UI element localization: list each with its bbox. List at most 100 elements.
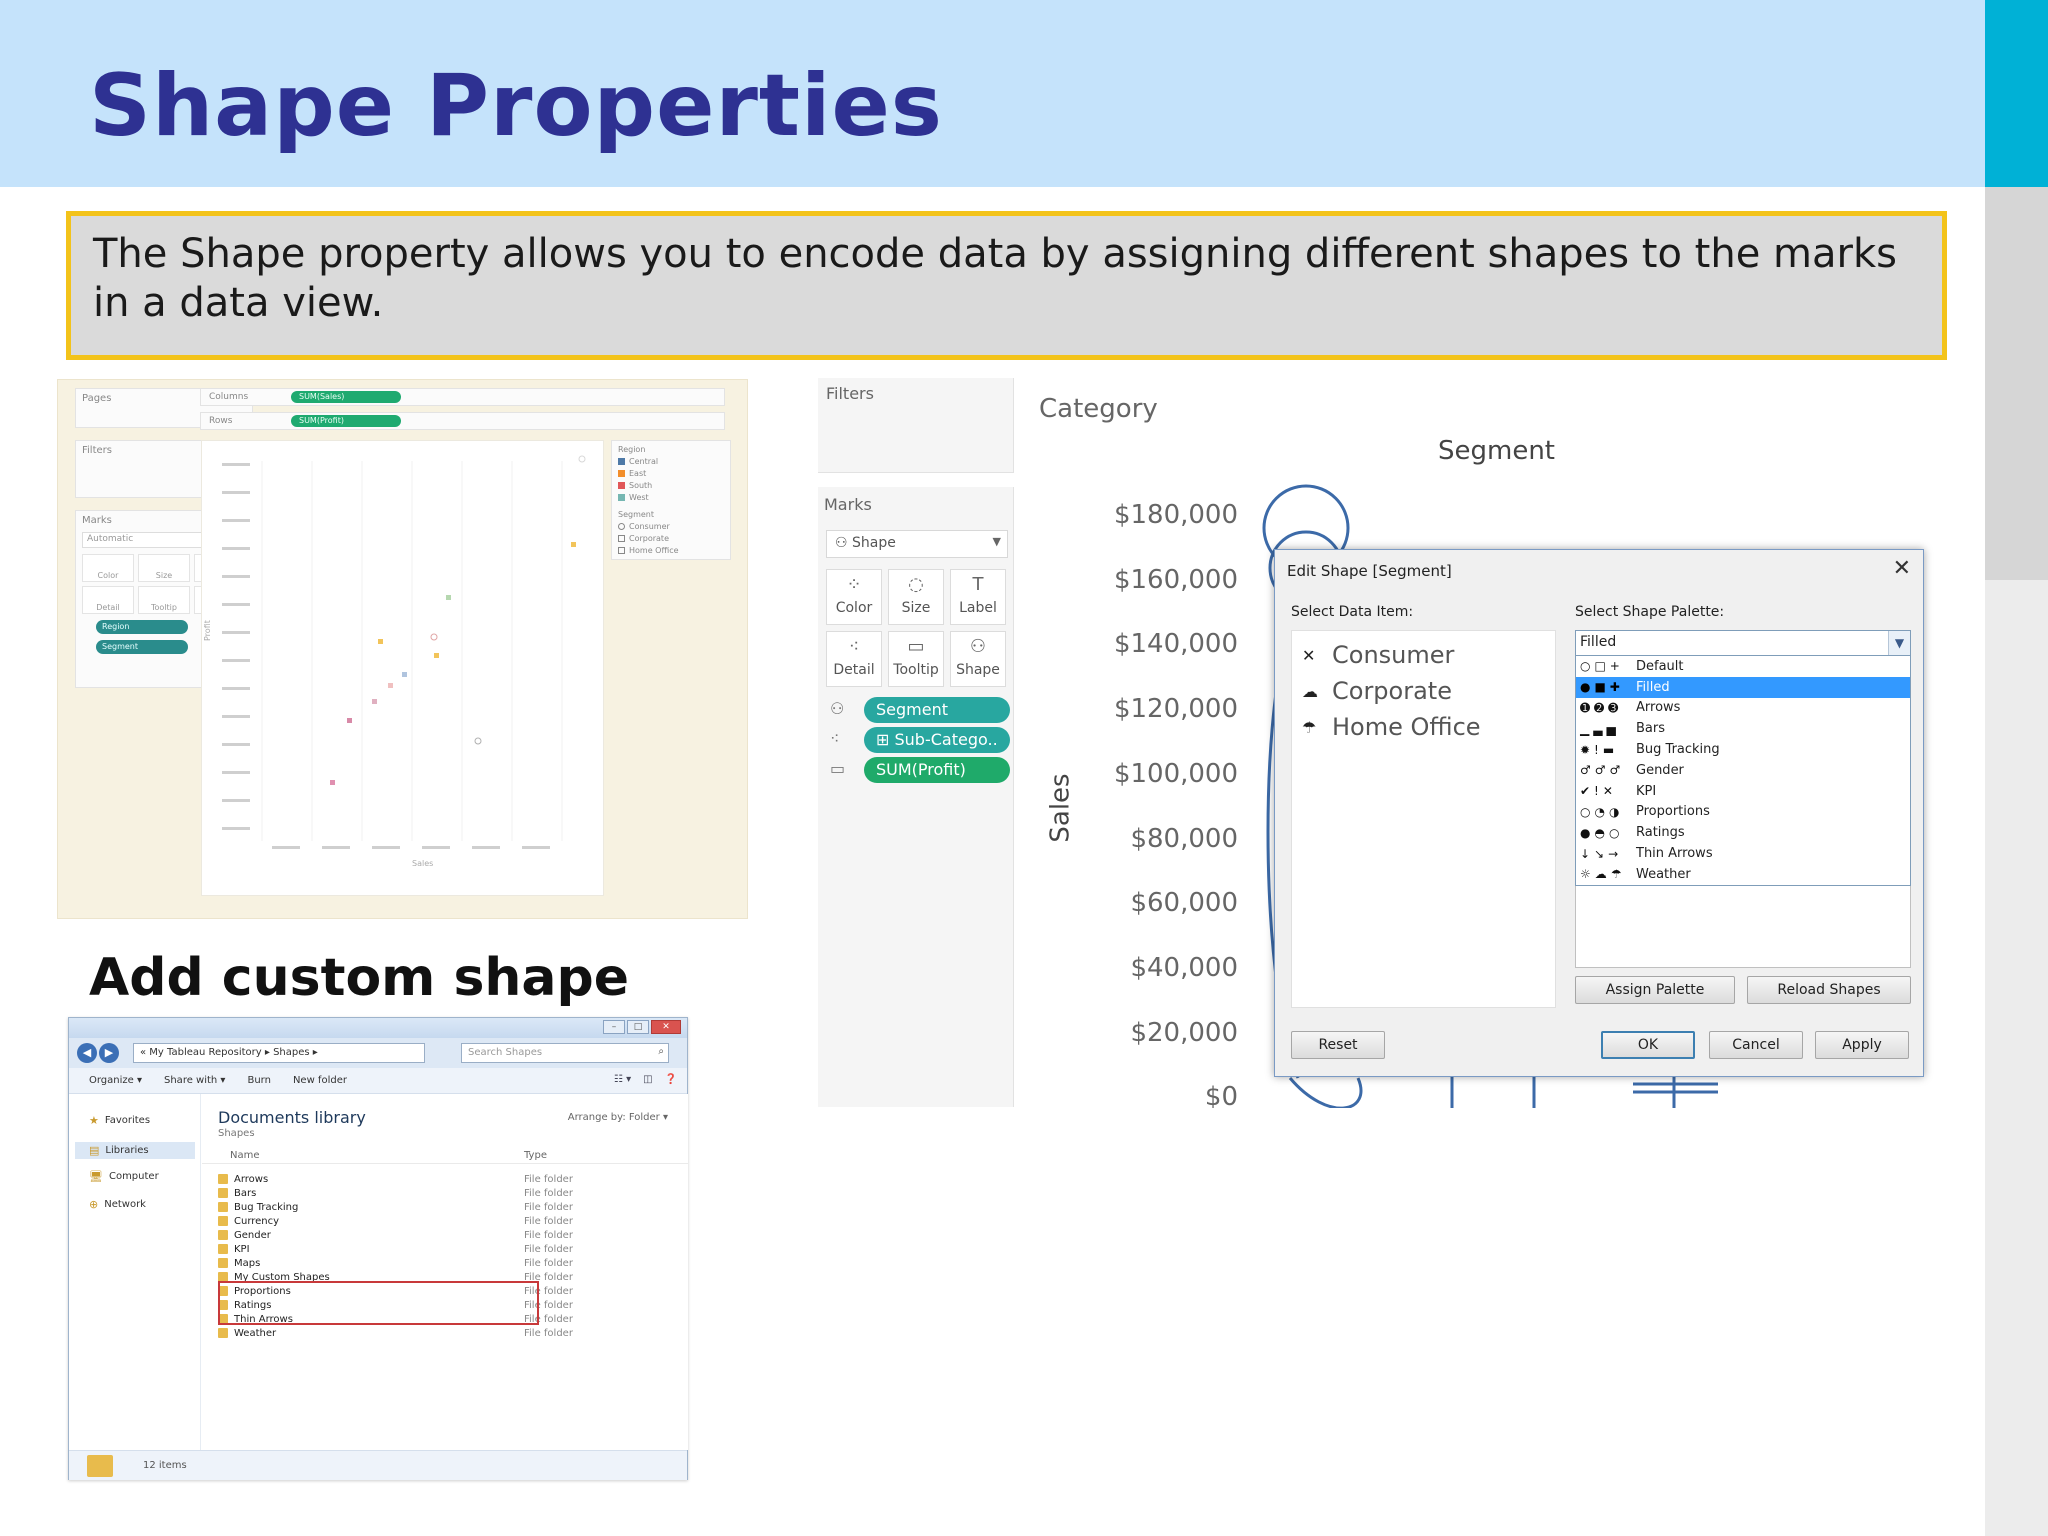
legend-shape bbox=[618, 523, 625, 530]
detail-button[interactable]: ⁖ Detail bbox=[826, 631, 882, 687]
marks-field-row[interactable]: ⁖ ⊞ Sub-Catego.. bbox=[826, 727, 1012, 753]
palette-option-weather[interactable]: ☼☁☂ Weather bbox=[1576, 864, 1910, 885]
apply-button[interactable]: Apply bbox=[1815, 1031, 1909, 1059]
reload-shapes-button[interactable]: Reload Shapes bbox=[1747, 976, 1911, 1004]
ok-button[interactable]: OK bbox=[1601, 1031, 1695, 1059]
shape-preview-area bbox=[1575, 886, 1911, 968]
button-label: Label bbox=[959, 600, 997, 616]
assign-palette-button[interactable]: Assign Palette bbox=[1575, 976, 1735, 1004]
chevron-down-icon: ▼ bbox=[992, 535, 1001, 548]
legend-shape bbox=[618, 547, 625, 554]
field-pill[interactable]: Segment bbox=[864, 697, 1010, 723]
data-item-home-office[interactable]: ☂ Home Office bbox=[1292, 709, 1555, 745]
marks-field-row[interactable]: ▭ SUM(Profit) bbox=[826, 757, 1012, 783]
data-item-label: Consumer bbox=[1332, 641, 1455, 669]
cancel-button[interactable]: Cancel bbox=[1709, 1031, 1803, 1059]
palette-option-default[interactable]: ○□+ Default bbox=[1576, 656, 1910, 677]
arrange-by[interactable]: Arrange by: Folder ▾ bbox=[568, 1112, 668, 1123]
reset-button[interactable]: Reset bbox=[1291, 1031, 1385, 1059]
palette-option-proportions[interactable]: ○◔◑ Proportions bbox=[1576, 802, 1910, 823]
file-row[interactable]: Weather File folder bbox=[202, 1326, 688, 1344]
label-icon: T bbox=[972, 574, 984, 595]
folder-icon bbox=[87, 1455, 113, 1477]
nav-item-computer[interactable]: 🖥 Computer bbox=[89, 1170, 159, 1183]
preview-pane-icon[interactable]: ◫ bbox=[643, 1074, 652, 1085]
columns-pill[interactable]: SUM(Sales) bbox=[291, 391, 401, 403]
legend-label: Home Office bbox=[629, 546, 679, 555]
label-button[interactable]: T Label bbox=[950, 569, 1006, 625]
back-icon[interactable]: ◀ bbox=[77, 1043, 97, 1063]
palette-glyphs-icon: ○◔◑ bbox=[1580, 804, 1624, 819]
view-icon[interactable]: ☷ ▾ bbox=[614, 1074, 631, 1085]
palette-option-arrows[interactable]: ➊➋➌ Arrows bbox=[1576, 698, 1910, 719]
field-pill[interactable]: ⊞ Sub-Catego.. bbox=[864, 727, 1010, 753]
type-column-header[interactable]: Type bbox=[524, 1150, 547, 1161]
maximize-icon[interactable]: □ bbox=[627, 1020, 649, 1034]
data-item-list: ✕ Consumer ☁ Corporate ☂ Home Office bbox=[1291, 630, 1556, 1008]
palette-label: Arrows bbox=[1636, 700, 1681, 716]
mark-button-color[interactable]: Color bbox=[82, 554, 134, 582]
legend-label: Central bbox=[629, 457, 659, 466]
path-input[interactable]: « My Tableau Repository ▸ Shapes ▸ bbox=[133, 1043, 425, 1063]
color-button[interactable]: ⁘ Color bbox=[826, 569, 882, 625]
legend-shape bbox=[618, 535, 625, 542]
toolbar-item[interactable]: Organize ▾ bbox=[89, 1075, 142, 1086]
shape-button[interactable]: ⚇ Shape bbox=[950, 631, 1006, 687]
palette-option-thin-arrows[interactable]: ↓↘→ Thin Arrows bbox=[1576, 843, 1910, 864]
forward-icon[interactable]: ▶ bbox=[99, 1043, 119, 1063]
palette-glyphs-icon: ✹!▬ bbox=[1580, 742, 1619, 757]
columns-shelf[interactable]: Columns SUM(Sales) bbox=[200, 388, 725, 406]
palette-option-bars[interactable]: ▁▃▅ Bars bbox=[1576, 718, 1910, 739]
toolbar-item[interactable]: Burn bbox=[247, 1075, 270, 1086]
marks-panel-bottom bbox=[818, 809, 1014, 1107]
network-icon: ⊕ bbox=[89, 1198, 99, 1211]
data-item-corporate[interactable]: ☁ Corporate bbox=[1292, 673, 1555, 709]
tooltip-button[interactable]: ▭ Tooltip bbox=[888, 631, 944, 687]
name-column-header[interactable]: Name bbox=[230, 1150, 260, 1161]
file-type: File folder bbox=[524, 1230, 573, 1241]
shape-icon: ✕ bbox=[1302, 645, 1316, 665]
legend-item: Corporate bbox=[618, 534, 724, 543]
palette-option-ratings[interactable]: ●◓○ Ratings bbox=[1576, 822, 1910, 843]
mark-type-dropdown[interactable]: ⚇ Shape ▼ bbox=[826, 530, 1008, 558]
chevron-down-icon[interactable]: ▼ bbox=[1888, 631, 1910, 655]
palette-label: Weather bbox=[1636, 866, 1691, 882]
rows-pill[interactable]: SUM(Profit) bbox=[291, 415, 401, 427]
palette-label: KPI bbox=[1636, 783, 1657, 799]
palette-option-filled[interactable]: ●■✚ Filled bbox=[1576, 676, 1910, 698]
favorites-icon: ★ bbox=[89, 1114, 99, 1127]
toolbar-item[interactable]: New folder bbox=[293, 1075, 347, 1086]
mark-button-detail[interactable]: Detail bbox=[82, 586, 134, 614]
rows-shelf[interactable]: Rows SUM(Profit) bbox=[200, 412, 725, 430]
marks-field-row[interactable]: ⚇ Segment bbox=[826, 697, 1012, 723]
palette-option-kpi[interactable]: ✔!✕ KPI bbox=[1576, 781, 1910, 802]
mark-button-tooltip[interactable]: Tooltip bbox=[138, 586, 190, 614]
field-pill[interactable]: SUM(Profit) bbox=[864, 757, 1010, 783]
filters-shelf: Filters bbox=[818, 378, 1014, 473]
palette-glyphs-icon: ●◓○ bbox=[1580, 825, 1624, 840]
close-icon[interactable]: ✕ bbox=[651, 1020, 681, 1034]
help-icon[interactable]: ❓ bbox=[665, 1074, 677, 1085]
close-icon[interactable]: ✕ bbox=[1893, 556, 1911, 581]
palette-option-gender[interactable]: ♂♂♂ Gender bbox=[1576, 760, 1910, 781]
search-input[interactable]: Search Shapes ⌕ bbox=[461, 1043, 669, 1063]
palette-option-bug-tracking[interactable]: ✹!▬ Bug Tracking bbox=[1576, 739, 1910, 760]
nav-item-network[interactable]: ⊕ Network bbox=[89, 1198, 146, 1211]
legend-item: Consumer bbox=[618, 522, 724, 531]
field-pill-region[interactable]: Region bbox=[96, 620, 188, 634]
field-pill-segment[interactable]: Segment bbox=[96, 640, 188, 654]
file-name: KPI bbox=[234, 1244, 250, 1255]
minimize-icon[interactable]: – bbox=[603, 1020, 625, 1034]
nav-item-favorites[interactable]: ★ Favorites bbox=[89, 1114, 150, 1127]
legend-swatch bbox=[618, 482, 625, 489]
nav-item-libraries[interactable]: ▤ Libraries bbox=[75, 1142, 195, 1159]
palette-dropdown[interactable]: Filled ▼ bbox=[1575, 630, 1911, 656]
mark-button-size[interactable]: Size bbox=[138, 554, 190, 582]
button-label: Shape bbox=[956, 662, 1000, 678]
toolbar-item[interactable]: Share with ▾ bbox=[164, 1075, 225, 1086]
data-item-consumer[interactable]: ✕ Consumer bbox=[1292, 637, 1555, 673]
marks-title: Marks bbox=[824, 495, 872, 514]
custom-shape-heading: Add custom shape bbox=[89, 948, 630, 1008]
size-button[interactable]: ◌ Size bbox=[888, 569, 944, 625]
shape-icon: ⚇ bbox=[830, 699, 845, 718]
